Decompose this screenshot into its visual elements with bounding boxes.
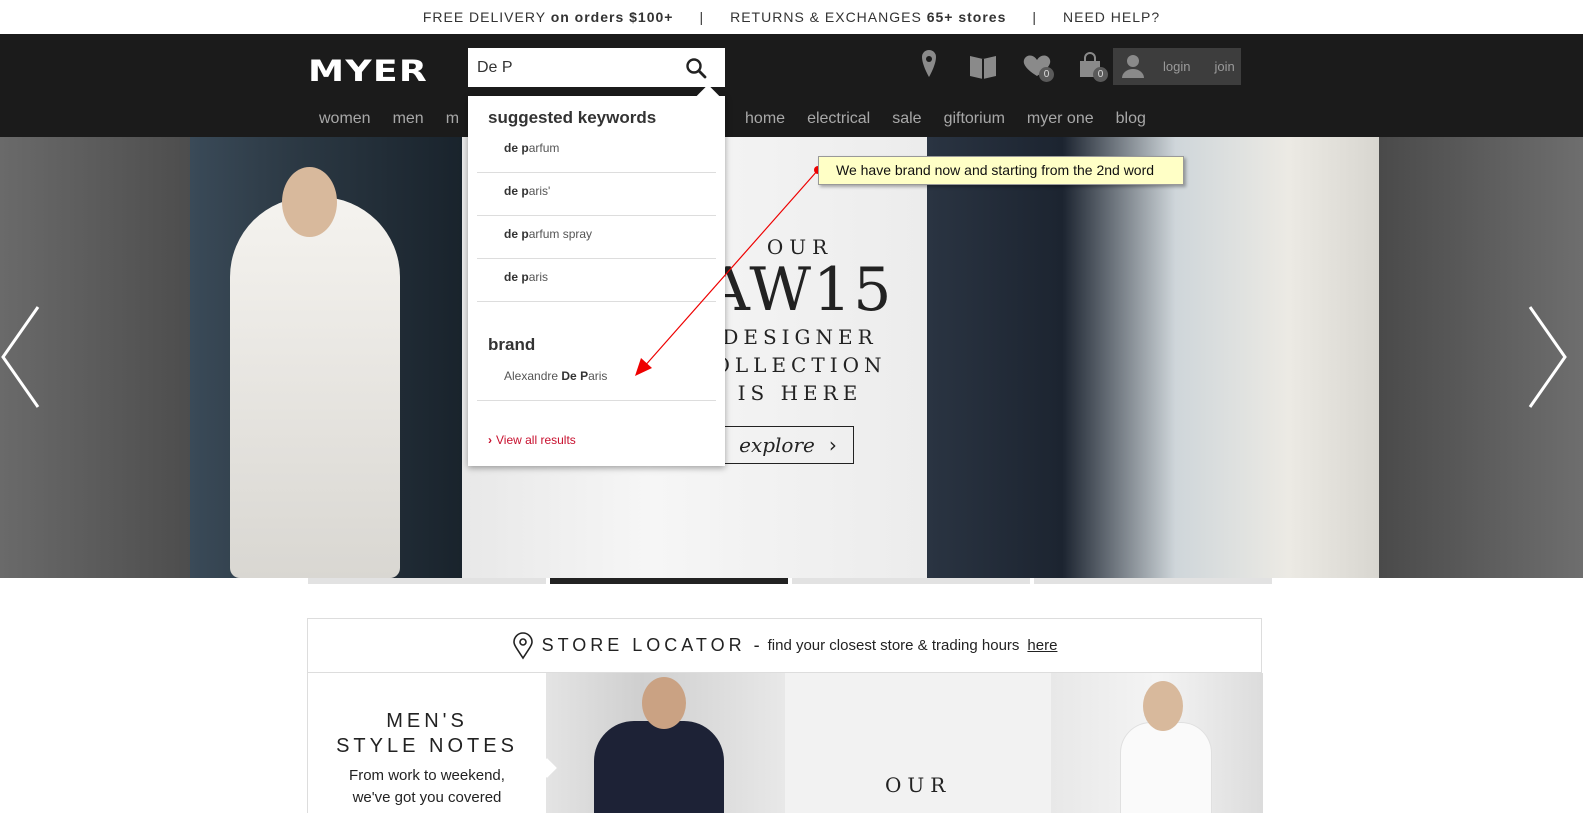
explore-button[interactable]: explore ›	[722, 426, 854, 464]
mens-tile-image[interactable]	[546, 673, 785, 813]
carousel-prev-arrow-icon[interactable]	[0, 305, 40, 409]
nav-sale[interactable]: sale	[881, 110, 932, 128]
suggestion-item[interactable]: de parfum	[477, 130, 716, 173]
store-locator-banner[interactable]: STORE LOCATOR - find your closest store …	[307, 618, 1262, 673]
user-icon	[1113, 48, 1151, 85]
hero-line-3: IS HERE	[737, 381, 863, 405]
need-help-link[interactable]: NEED HELP?	[1063, 9, 1160, 25]
carousel-indicator-active[interactable]	[550, 578, 788, 584]
myer-logo[interactable]: MYER	[308, 54, 428, 88]
annotation-tooltip: We have brand now and starting from the …	[818, 156, 1184, 185]
wishlist-count-badge: 0	[1039, 67, 1054, 82]
designer-tile[interactable]: OUR	[785, 673, 1051, 813]
chevron-right-icon: ›	[488, 433, 492, 447]
search-suggestions-dropdown: suggested keywords de parfum de paris' d…	[468, 84, 725, 466]
suggestion-item[interactable]: de paris	[477, 259, 716, 302]
nav-electrical[interactable]: electrical	[796, 110, 881, 128]
store-locator-subtitle: find your closest store & trading hours	[767, 637, 1020, 654]
wishlist-icon[interactable]: 0	[1020, 50, 1054, 84]
site-header: MYER 0 0 login join women me	[0, 34, 1583, 137]
nav-home[interactable]: home	[734, 110, 796, 128]
hero-aw15-text: AW15	[706, 255, 894, 325]
carousel-next-arrow-icon[interactable]	[1528, 305, 1568, 409]
nav-myer-one[interactable]: myer one	[1016, 110, 1105, 128]
shopping-bag-icon[interactable]: 0	[1074, 50, 1108, 84]
location-pin-icon	[512, 631, 533, 659]
header-icons: 0 0	[912, 50, 1108, 84]
free-delivery-link[interactable]: FREE DELIVERY on orders $100+	[423, 9, 674, 25]
brand-suggestion-item[interactable]: Alexandre De Paris	[477, 358, 716, 401]
mens-style-notes-title: MEN'S STYLE NOTES	[336, 710, 518, 757]
suggestion-item[interactable]: de parfum spray	[477, 216, 716, 259]
chevron-right-icon: ›	[828, 433, 837, 457]
carousel-indicators	[308, 578, 1272, 584]
suggestion-item[interactable]: de paris'	[477, 173, 716, 216]
login-link[interactable]: login	[1151, 59, 1202, 74]
hero-carousel[interactable]: OUR AW15 DESIGNER OLLECTION IS HERE expl…	[0, 137, 1583, 578]
store-locator-here-link[interactable]: here	[1027, 637, 1057, 654]
promo-bar: FREE DELIVERY on orders $100+ | RETURNS …	[0, 0, 1583, 34]
returns-link[interactable]: RETURNS & EXCHANGES 65+ stores	[730, 9, 1006, 25]
store-location-icon[interactable]	[912, 50, 946, 84]
catalogue-icon[interactable]	[966, 50, 1000, 84]
join-link[interactable]: join	[1202, 59, 1246, 74]
womens-model-head	[1143, 681, 1183, 731]
womens-tile-image[interactable]	[1051, 673, 1263, 813]
search-box	[468, 48, 725, 87]
carousel-indicator[interactable]	[308, 578, 546, 584]
carousel-indicator[interactable]	[1034, 578, 1272, 584]
nav-women[interactable]: women	[308, 110, 382, 128]
carousel-indicator[interactable]	[792, 578, 1030, 584]
promo-separator: |	[699, 9, 705, 25]
nav-giftorium[interactable]: giftorium	[933, 110, 1016, 128]
search-icon[interactable]	[685, 57, 707, 79]
nav-men[interactable]: men	[382, 110, 435, 128]
mens-model-head	[642, 677, 686, 729]
promo-separator: |	[1032, 9, 1038, 25]
womens-model-figure	[1121, 723, 1211, 813]
hero-model-head	[282, 167, 337, 237]
store-locator-title: STORE LOCATOR	[541, 635, 746, 655]
mens-style-notes-tile[interactable]: MEN'S STYLE NOTES From work to weekend, …	[308, 673, 546, 813]
bag-count-badge: 0	[1093, 67, 1108, 82]
mens-style-notes-text: From work to weekend, we've got you cove…	[349, 767, 505, 806]
hero-line-2: OLLECTION	[713, 353, 887, 377]
mens-model-coat	[594, 721, 724, 813]
nav-blog[interactable]: blog	[1105, 110, 1157, 128]
suggested-keywords-heading: suggested keywords	[488, 108, 657, 127]
promo-tiles: MEN'S STYLE NOTES From work to weekend, …	[307, 673, 1263, 813]
brand-heading: brand	[488, 335, 536, 354]
explore-label: explore	[739, 433, 815, 457]
store-locator-dash: -	[753, 635, 760, 655]
hero-line-1: DESIGNER	[722, 325, 878, 349]
nav-partial[interactable]: m	[435, 110, 470, 128]
account-box: login join	[1113, 48, 1241, 85]
view-all-results-link[interactable]: › View all results	[488, 433, 576, 447]
designer-tile-our-text: OUR	[885, 773, 952, 797]
hero-image-panel-right	[927, 137, 1379, 578]
search-input[interactable]	[468, 48, 673, 87]
main-nav: women men m home electrical sale giftori…	[308, 110, 1157, 128]
hero-model-figure	[230, 197, 400, 578]
